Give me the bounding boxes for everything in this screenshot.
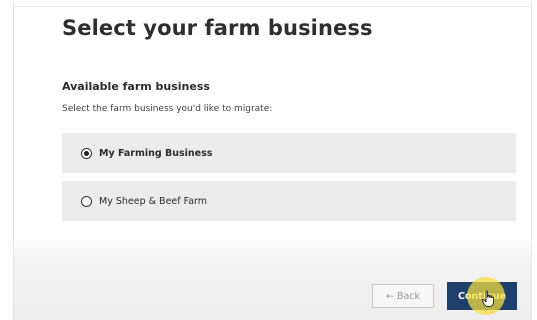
section-heading: Available farm business xyxy=(62,80,210,93)
farm-option-my-farming-business[interactable]: My Farming Business xyxy=(62,133,516,173)
migration-page: Select your farm business Available farm… xyxy=(0,0,537,320)
top-border xyxy=(13,6,532,7)
farm-option-label: My Farming Business xyxy=(99,147,213,159)
radio-button-selected[interactable] xyxy=(81,147,92,159)
farm-option-label: My Sheep & Beef Farm xyxy=(99,195,208,207)
section-description: Select the farm business you'd like to m… xyxy=(62,104,273,114)
right-border xyxy=(531,0,532,320)
radio-button[interactable] xyxy=(81,195,92,207)
page-title: Select your farm business xyxy=(62,16,373,40)
arrow-left-icon: ← xyxy=(385,290,394,302)
back-button[interactable]: ← Back xyxy=(372,284,434,308)
continue-button[interactable]: Continue xyxy=(447,282,517,310)
farm-option-my-sheep-beef-farm[interactable]: My Sheep & Beef Farm xyxy=(62,181,516,221)
back-button-label: Back xyxy=(396,290,421,302)
continue-button-label: Continue xyxy=(457,290,507,302)
